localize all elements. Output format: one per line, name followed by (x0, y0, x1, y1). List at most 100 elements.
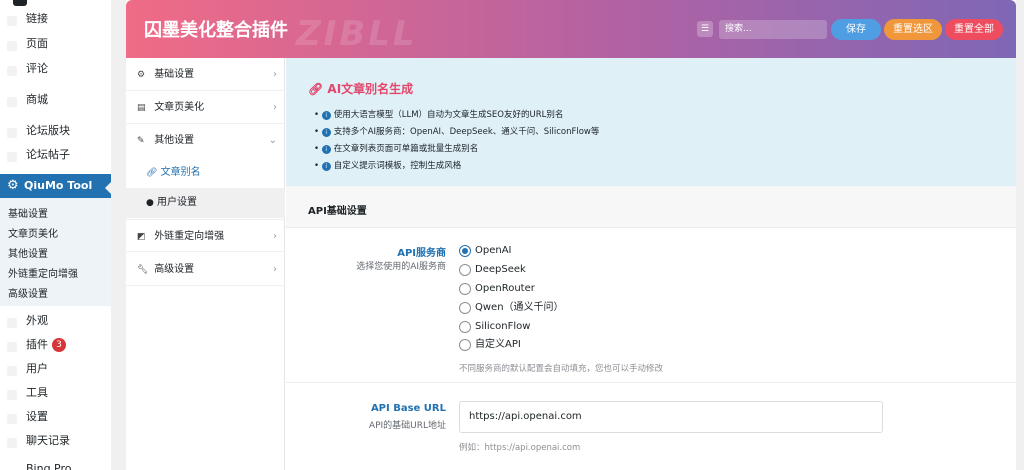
wp-menu-appearance[interactable]: 外观 (26, 312, 48, 328)
list-icon[interactable]: ☰ (697, 21, 713, 37)
nav-sub-label: 文章别名 (160, 167, 201, 178)
wp-menu-users[interactable]: 用户 (26, 360, 48, 376)
gear-icon: ⚙ (137, 70, 146, 80)
chat-log-icon (7, 438, 17, 448)
submenu-article-beautify[interactable]: 文章页美化 (8, 225, 58, 240)
base-url-input[interactable]: https://api.openai.com (459, 401, 883, 433)
wp-menu-pages[interactable]: 页面 (26, 35, 48, 51)
nav-external-link[interactable]: ◩ 外链重定向增强 › (126, 219, 285, 252)
pages-icon (7, 41, 17, 51)
radio-label: Qwen（通义千问） (475, 302, 564, 313)
wp-menu-tools[interactable]: 工具 (26, 384, 48, 400)
radio-custom-api[interactable]: 自定义API (459, 338, 521, 352)
nav-article-beautify[interactable]: ▤ 文章页美化 › (126, 91, 285, 124)
chevron-right-icon: › (273, 69, 277, 80)
wp-menu-forum-boards[interactable]: 论坛版块 (26, 122, 70, 138)
plugin-panel: ZIBLL 囚墨美化整合插件 ☰ 搜索... 保存 重置选区 重置全部 ⚙ 基础… (126, 0, 1016, 470)
section-header: API基础设置 (286, 186, 1016, 228)
current-menu-arrow (105, 182, 111, 194)
info-bullet-text: 支持多个AI服务商：OpenAI、DeepSeek、通义千问、SiliconFl… (333, 127, 600, 137)
search-input[interactable]: 搜索... (719, 20, 827, 39)
nav-other-settings[interactable]: ✎ 其他设置 ⌄ (126, 124, 285, 157)
radio-openrouter[interactable]: OpenRouter (459, 282, 535, 296)
wp-menu-chat-log[interactable]: 聊天记录 (26, 432, 70, 448)
submenu-other-settings[interactable]: 其他设置 (8, 245, 48, 260)
nav-sub-label: 用户设置 (157, 197, 198, 208)
shop-icon (7, 97, 17, 107)
base-url-desc: API的基础URL地址 (368, 421, 446, 431)
settings-nav: ⚙ 基础设置 › ▤ 文章页美化 › ✎ 其他设置 ⌄ 🔗︎ 文章别名 ● 用户… (126, 58, 285, 470)
plugin-title: 囚墨美化整合插件 (144, 20, 288, 41)
appearance-icon (7, 318, 17, 328)
radio-deepseek[interactable]: DeepSeek (459, 263, 526, 277)
nav-label: 其他设置 (154, 135, 195, 146)
admin-bar-edge (13, 0, 27, 6)
provider-hint: 不同服务商的默认配置会自动填充，您也可以手动修改 (459, 364, 664, 374)
info-bullet-text: 使用大语言模型（LLM）自动为文章生成SEO友好的URL别名 (333, 110, 564, 120)
document-icon: ▤ (137, 103, 146, 113)
info-title-text: AI文章别名生成 (327, 82, 414, 96)
wp-admin-sidebar: 链接 页面 评论 商城 论坛版块 论坛帖子 ⚙ QiuMo Tool 基础设置 … (0, 0, 111, 470)
plugins-label: 插件 (26, 338, 48, 351)
tools-icon (7, 390, 17, 400)
qiumo-submenu: 基础设置 文章页美化 其他设置 外链重定向增强 高级设置 (0, 198, 111, 306)
forum-boards-icon (7, 128, 17, 138)
info-bullet: • i 在文章列表页面可单篇或批量生成别名 (314, 144, 479, 154)
nav-sub-user-settings[interactable]: ● 用户设置 (126, 188, 285, 218)
nav-label: 基础设置 (154, 69, 195, 80)
info-bullet: • i 使用大语言模型（LLM）自动为文章生成SEO友好的URL别名 (314, 110, 564, 120)
reset-section-button[interactable]: 重置选区 (884, 19, 942, 40)
forum-posts-icon (7, 152, 17, 162)
submenu-basic-settings[interactable]: 基础设置 (8, 205, 48, 220)
info-bullet: • i 自定义提示词模板，控制生成风格 (314, 161, 462, 171)
radio-label: SiliconFlow (475, 321, 531, 332)
info-icon: i (321, 145, 331, 154)
radio-openai[interactable]: OpenAI (459, 244, 512, 258)
radio-label: DeepSeek (475, 264, 526, 275)
nav-label: 外链重定向增强 (154, 231, 225, 242)
link-icon: 🔗︎ (146, 168, 158, 178)
wp-menu-bing-pro[interactable]: Bing Pro (26, 462, 72, 470)
gear-icon: ⚙ (7, 178, 19, 193)
wp-menu-shop[interactable]: 商城 (26, 91, 48, 107)
panel-header: ZIBLL 囚墨美化整合插件 ☰ 搜索... 保存 重置选区 重置全部 (126, 0, 1016, 58)
radio-siliconflow[interactable]: SiliconFlow (459, 320, 530, 334)
radio-circle (459, 339, 471, 351)
wp-menu-plugins[interactable]: 插件 3 (26, 336, 66, 352)
chevron-down-icon: ⌄ (268, 135, 277, 146)
wp-menu-qiumo-tool[interactable]: ⚙ QiuMo Tool (0, 174, 111, 198)
external-link-icon: ◩ (137, 232, 146, 242)
wp-menu-links[interactable]: 链接 (26, 10, 48, 26)
radio-label: OpenAI (475, 245, 512, 256)
radio-label: OpenRouter (475, 283, 535, 294)
nav-basic-settings[interactable]: ⚙ 基础设置 › (126, 58, 285, 91)
chevron-right-icon: › (273, 231, 277, 242)
nav-sub-article-alias[interactable]: 🔗︎ 文章别名 (126, 158, 285, 188)
save-button[interactable]: 保存 (831, 19, 881, 40)
users-icon (7, 366, 17, 376)
radio-qwen[interactable]: Qwen（通义千问） (459, 301, 564, 315)
qiumo-tool-label: QiuMo Tool (24, 179, 93, 192)
user-icon: ● (146, 198, 154, 208)
submenu-advanced-settings[interactable]: 高级设置 (8, 285, 48, 300)
base-url-label: API Base URL (370, 403, 446, 414)
wp-menu-comments[interactable]: 评论 (26, 60, 48, 76)
nav-advanced-settings[interactable]: 🔧︎ 高级设置 › (126, 253, 285, 286)
wrench-icon: 🔧︎ (137, 265, 149, 275)
radio-circle-checked (459, 245, 471, 257)
settings-icon (7, 414, 17, 424)
radio-label: 自定义API (475, 339, 521, 350)
base-url-hint: 例如：https://api.openai.com (459, 443, 581, 453)
reset-all-button[interactable]: 重置全部 (945, 19, 1003, 40)
links-icon (7, 16, 17, 26)
chevron-right-icon: › (273, 264, 277, 275)
wp-menu-forum-posts[interactable]: 论坛帖子 (26, 146, 70, 162)
section-title: API基础设置 (308, 206, 367, 217)
info-icon: i (321, 128, 331, 137)
radio-circle (459, 283, 471, 295)
wp-menu-settings[interactable]: 设置 (26, 408, 48, 424)
info-bullet-text: 在文章列表页面可单篇或批量生成别名 (333, 144, 479, 154)
update-count-badge: 3 (52, 338, 66, 352)
submenu-external-link[interactable]: 外链重定向增强 (8, 265, 78, 280)
nav-label: 高级设置 (154, 264, 195, 275)
